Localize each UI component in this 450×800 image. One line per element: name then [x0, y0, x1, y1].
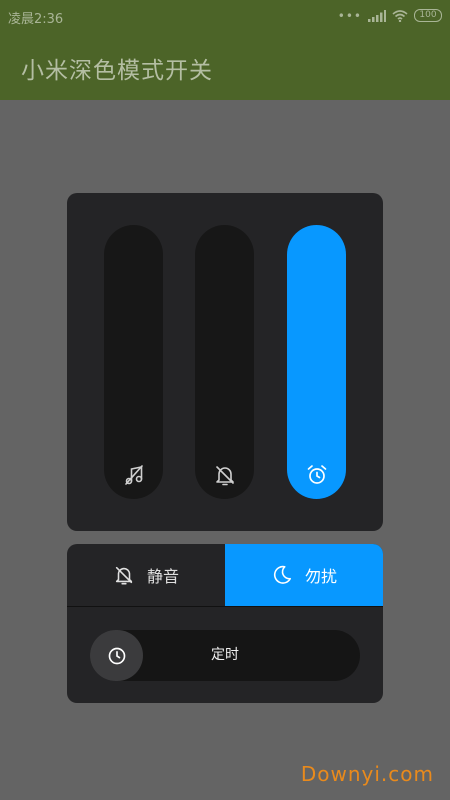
volume-panel: [67, 193, 383, 531]
signal-icon: [368, 9, 386, 22]
wifi-icon: [392, 9, 408, 22]
page-title: 小米深色模式开关: [21, 58, 213, 84]
moon-icon: [273, 565, 292, 584]
status-time: 凌晨2:36: [8, 12, 64, 27]
timer-slider[interactable]: 定时: [90, 630, 360, 681]
bell-muted-icon: [215, 466, 234, 486]
music-muted-icon: [124, 465, 143, 485]
timer-handle[interactable]: [90, 630, 143, 681]
clock-icon: [108, 647, 125, 664]
dnd-mode-button[interactable]: 勿扰: [225, 544, 383, 606]
silent-mode-button[interactable]: 静音: [67, 544, 225, 606]
media-volume-slider[interactable]: [104, 225, 163, 499]
watermark: Downyi.com: [300, 762, 434, 786]
mode-divider: [67, 606, 383, 607]
battery-indicator: 100: [414, 9, 442, 22]
app-bar: 小米深色模式开关: [0, 32, 450, 100]
alarm-clock-icon: [307, 465, 326, 484]
status-indicators: ••• 100: [338, 9, 442, 22]
status-dots: •••: [337, 8, 362, 23]
alarm-volume-slider[interactable]: [287, 225, 346, 499]
silent-mode-label: 静音: [146, 567, 179, 586]
alarm-volume-fill: [287, 225, 346, 499]
status-bar: 凌晨2:36 ••• 100: [0, 0, 450, 32]
ringer-volume-slider[interactable]: [195, 225, 254, 499]
bell-off-icon: [115, 566, 133, 585]
mode-panel: 静音 勿扰 定时: [67, 544, 383, 703]
dnd-mode-label: 勿扰: [304, 567, 337, 586]
